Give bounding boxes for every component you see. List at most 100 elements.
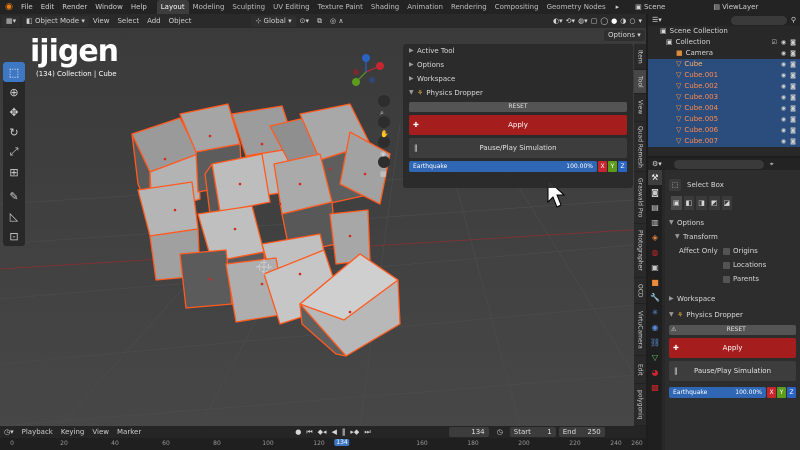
props-apply-button[interactable]: ✚ Apply bbox=[669, 338, 796, 358]
eye-icon[interactable]: ◉ bbox=[781, 70, 786, 81]
locations-checkbox[interactable] bbox=[723, 261, 730, 269]
current-frame-field[interactable]: 134 bbox=[448, 427, 489, 437]
props-reset-button[interactable]: ⚠ RESET bbox=[669, 325, 796, 335]
timeline-menu-playback[interactable]: Playback bbox=[18, 428, 57, 436]
collection-icon[interactable]: ▣ bbox=[648, 260, 662, 275]
tab-texture-paint[interactable]: Texture Paint bbox=[314, 0, 367, 14]
tab-edit[interactable]: Edit bbox=[634, 356, 646, 384]
row-visibility[interactable]: ◉ ◙ bbox=[781, 103, 796, 114]
menu-help[interactable]: Help bbox=[127, 0, 151, 14]
camera-render-icon[interactable]: ◙ bbox=[790, 136, 796, 147]
eye-icon[interactable]: ◉ bbox=[781, 103, 786, 114]
outliner-row-cube[interactable]: ▽ Cube ◉ ◙ bbox=[648, 59, 800, 70]
output-icon[interactable]: ▤ bbox=[648, 200, 662, 215]
tab-quad-remesh[interactable]: Quad Remesh bbox=[634, 122, 646, 172]
tab-item[interactable]: Item bbox=[634, 44, 646, 70]
mode-extend-icon[interactable]: ◧ bbox=[683, 196, 695, 210]
origins-checkbox[interactable] bbox=[723, 247, 730, 255]
scale-tool-icon[interactable]: ⤢ bbox=[3, 142, 25, 162]
shading-rendered-icon[interactable]: ○ bbox=[629, 17, 635, 25]
constraints-icon[interactable]: ⛓ bbox=[648, 335, 662, 350]
tab-polygoniq[interactable]: polygoniq bbox=[634, 384, 646, 426]
mode-invert-icon[interactable]: ◩ bbox=[708, 196, 720, 210]
section-workspace[interactable]: ▶ Workspace bbox=[403, 72, 633, 86]
play-reverse-icon[interactable]: ◀ bbox=[332, 428, 337, 436]
props-axis-z-toggle[interactable]: Z bbox=[787, 387, 796, 398]
pan-hand-icon[interactable]: ✋ bbox=[380, 130, 389, 138]
mode-selector[interactable]: ◧ Object Mode ▾ bbox=[22, 15, 89, 27]
move-tool-icon[interactable]: ✥ bbox=[3, 102, 25, 122]
eye-icon[interactable]: ◉ bbox=[781, 59, 786, 70]
material-icon[interactable]: ◕ bbox=[648, 365, 662, 380]
xray-icon[interactable]: ▢ bbox=[591, 17, 598, 25]
object-icon[interactable]: ■ bbox=[648, 275, 662, 290]
outliner-row-scene-collection[interactable]: ▣ Scene Collection bbox=[648, 26, 800, 37]
tab-modeling[interactable]: Modeling bbox=[189, 0, 229, 14]
reset-button[interactable]: RESET bbox=[409, 102, 627, 112]
select-box-tool-icon[interactable]: ⬚ bbox=[3, 62, 25, 82]
mode-subtract-icon[interactable]: ◨ bbox=[696, 196, 707, 210]
world-icon[interactable]: ◍ bbox=[648, 245, 662, 260]
outliner-row-cube-004[interactable]: ▽ Cube.004 ◉ ◙ bbox=[648, 103, 800, 114]
rotate-tool-icon[interactable]: ↻ bbox=[3, 122, 25, 142]
outliner-row-cube-002[interactable]: ▽ Cube.002 ◉ ◙ bbox=[648, 81, 800, 92]
props-pause-play-button[interactable]: ‖ Pause/Play Simulation bbox=[669, 361, 796, 381]
annotate-tool-icon[interactable]: ✎ bbox=[3, 186, 25, 206]
tab-uv-editing[interactable]: UV Editing bbox=[269, 0, 314, 14]
row-visibility[interactable]: ☑ ◉ ◙ bbox=[772, 37, 796, 48]
outliner-editor-icon[interactable]: ☰▾ bbox=[652, 15, 662, 26]
section-physics-dropper[interactable]: ▼ ⚘ Physics Dropper bbox=[403, 86, 633, 100]
apply-button[interactable]: ✚ Apply bbox=[409, 115, 627, 135]
cube-pile[interactable] bbox=[131, 103, 401, 357]
pause-playback-icon[interactable]: ‖ bbox=[342, 428, 346, 436]
viewport-menu-select[interactable]: Select bbox=[113, 17, 143, 25]
tab-ocd[interactable]: OCD bbox=[634, 278, 646, 304]
end-frame-field[interactable]: End 250 bbox=[558, 427, 605, 437]
start-frame-field[interactable]: Start 1 bbox=[509, 427, 556, 437]
section-options[interactable]: ▶ Options bbox=[403, 58, 633, 72]
workspace-section[interactable]: ▶ Workspace bbox=[665, 292, 800, 306]
row-visibility[interactable]: ◉ ◙ bbox=[781, 59, 796, 70]
eye-icon[interactable]: ◉ bbox=[781, 136, 786, 147]
timeline-ruler[interactable]: 0 20 40 60 80 100 120 134 160 180 200 22… bbox=[0, 438, 646, 450]
visibility-icon[interactable]: ◐▾ bbox=[553, 17, 563, 25]
row-visibility[interactable]: ◉ ◙ bbox=[781, 125, 796, 136]
camera-render-icon[interactable]: ◙ bbox=[790, 37, 796, 48]
viewport-menu-object[interactable]: Object bbox=[165, 17, 196, 25]
timeline-menu-marker[interactable]: Marker bbox=[113, 428, 145, 436]
playhead[interactable]: 134 bbox=[334, 439, 350, 446]
outliner-row-cube-001[interactable]: ▽ Cube.001 ◉ ◙ bbox=[648, 70, 800, 81]
cursor-tool-icon[interactable]: ⊕ bbox=[3, 82, 25, 102]
preview-range-icon[interactable]: ◷ bbox=[493, 428, 507, 436]
tab-layout[interactable]: Layout bbox=[156, 0, 189, 14]
outliner-row-cube-007[interactable]: ▽ Cube.007 ◉ ◙ bbox=[648, 136, 800, 147]
jump-end-icon[interactable]: ⏭ bbox=[364, 428, 370, 437]
camera-render-icon[interactable]: ◙ bbox=[790, 48, 796, 59]
outliner-row-cube-003[interactable]: ▽ Cube.003 ◉ ◙ bbox=[648, 92, 800, 103]
eye-icon[interactable]: ◉ bbox=[781, 81, 786, 92]
pivot-icon[interactable]: ⊙▾ bbox=[296, 17, 313, 25]
zoom-icon[interactable]: ⌕ bbox=[380, 109, 384, 118]
checkbox-icon[interactable]: ☑ bbox=[772, 37, 777, 48]
camera-render-icon[interactable]: ◙ bbox=[790, 81, 796, 92]
camera-render-icon[interactable]: ◙ bbox=[790, 92, 796, 103]
transform-tool-icon[interactable]: ⊞ bbox=[3, 162, 25, 182]
eye-icon[interactable]: ◉ bbox=[781, 48, 786, 59]
3d-viewport[interactable]: ⌕ ✋ ◉ ▦ ▦▾ ◧ Object Mode ▾ View Select A… bbox=[0, 14, 646, 426]
menu-window[interactable]: Window bbox=[91, 0, 127, 14]
eye-icon[interactable]: ◉ bbox=[781, 125, 786, 136]
menu-edit[interactable]: Edit bbox=[37, 0, 59, 14]
camera-view-icon[interactable]: ◉ bbox=[380, 150, 386, 158]
camera-render-icon[interactable]: ◙ bbox=[790, 70, 796, 81]
viewport-menu-view[interactable]: View bbox=[89, 17, 114, 25]
ortho-grid-icon[interactable]: ▦ bbox=[380, 170, 387, 178]
outliner-row-cube-006[interactable]: ▽ Cube.006 ◉ ◙ bbox=[648, 125, 800, 136]
tab-geometry-nodes[interactable]: Geometry Nodes bbox=[543, 0, 610, 14]
view-layer-icon[interactable]: ▥ bbox=[648, 215, 662, 230]
camera-render-icon[interactable]: ◙ bbox=[790, 114, 796, 125]
texture-icon[interactable]: ▩ bbox=[648, 380, 662, 395]
options-button[interactable]: Options ▾ bbox=[604, 30, 645, 41]
axis-x-toggle[interactable]: X bbox=[598, 161, 607, 172]
properties-search-input[interactable] bbox=[673, 159, 764, 169]
tab-tool[interactable]: Tool bbox=[634, 70, 646, 94]
